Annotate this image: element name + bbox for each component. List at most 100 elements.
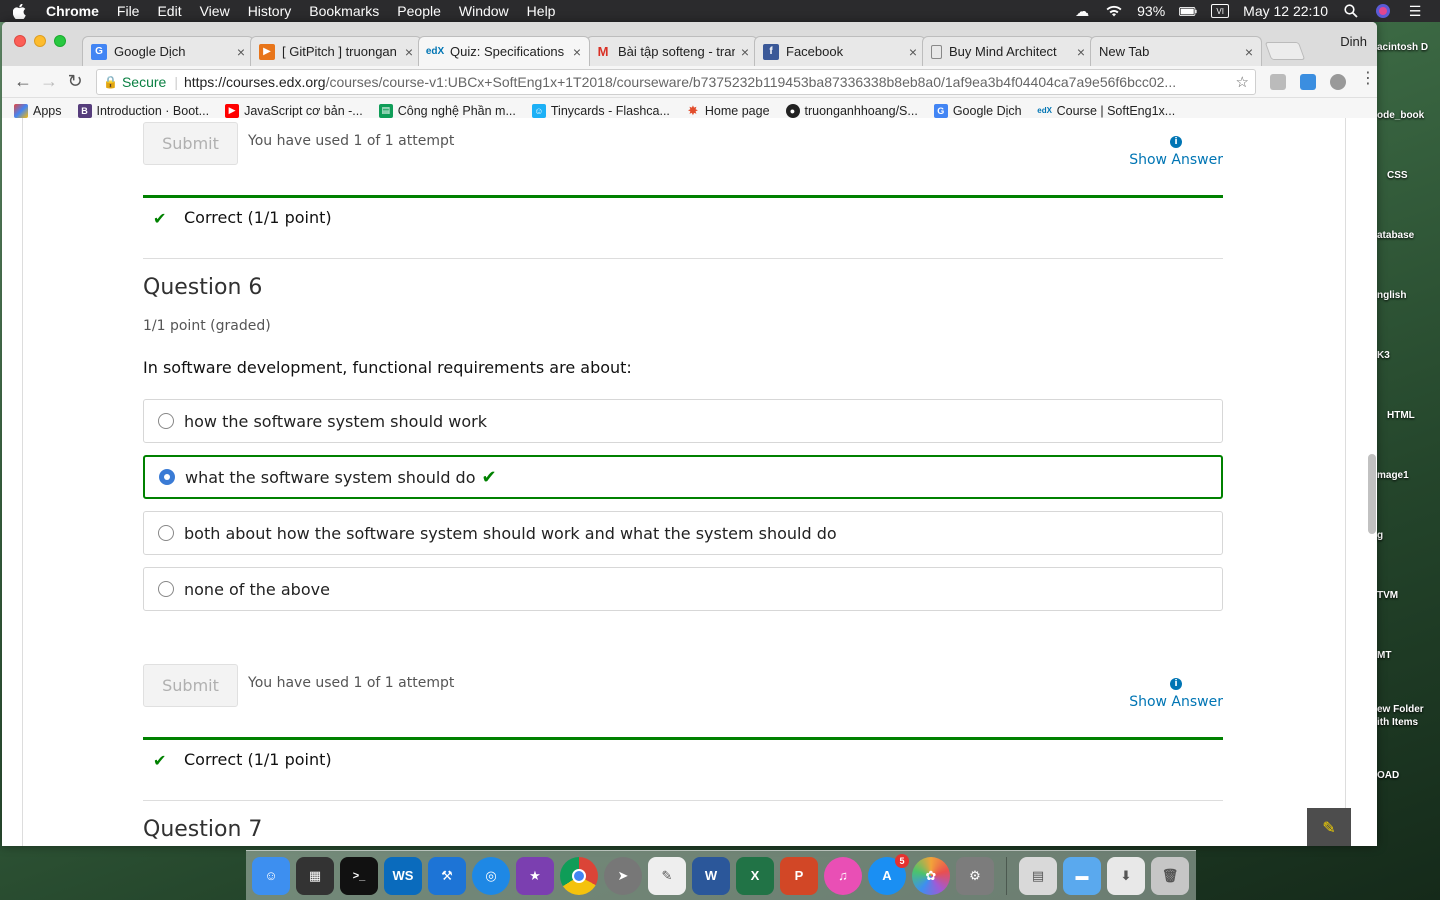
menu-app-name[interactable]: Chrome [46, 3, 99, 19]
tab-quiz-specifications[interactable]: edX Quiz: Specifications × [418, 36, 590, 66]
radio-button[interactable] [158, 413, 174, 429]
files-icon[interactable]: ▤ [1019, 856, 1057, 895]
desktop-label[interactable]: acintosh D [1377, 42, 1428, 53]
bookmark-google-dich[interactable]: G Google Dịch [933, 103, 1022, 118]
bookmark-star-icon[interactable]: ☆ [1236, 73, 1249, 91]
activity-monitor-icon[interactable]: ▦ [296, 856, 334, 895]
bookmark-bootstrap[interactable]: B Introduction · Boot... [77, 103, 209, 118]
new-tab-button[interactable] [1264, 42, 1306, 60]
menu-bookmarks[interactable]: Bookmarks [309, 3, 379, 19]
answer-option-1[interactable]: how the software system should work [143, 399, 1223, 443]
tab-gmail[interactable]: M Bài tập softeng - tran × [586, 36, 758, 66]
bookmark-github[interactable]: ● truonganhhoang/S... [785, 103, 918, 118]
desktop-label[interactable]: HTML [1387, 410, 1415, 421]
forward-icon[interactable]: → [36, 69, 62, 95]
notification-center-icon[interactable]: ☰ [1406, 3, 1424, 19]
radio-button-selected[interactable] [159, 469, 175, 485]
desktop-label[interactable]: ew Folder ith Items [1377, 703, 1424, 729]
excel-icon[interactable]: X [736, 856, 774, 895]
zoom-window-button[interactable] [54, 35, 66, 47]
menu-people[interactable]: People [397, 3, 441, 19]
desktop-label[interactable]: mage1 [1377, 470, 1409, 481]
system-preferences-icon[interactable]: ⚙ [956, 856, 994, 895]
desktop-label[interactable]: TVM [1377, 590, 1398, 601]
minimize-window-button[interactable] [34, 35, 46, 47]
bookmark-youtube[interactable]: ▶ JavaScript cơ bản -... [225, 103, 363, 118]
itunes-icon[interactable]: ♫ [824, 856, 862, 895]
starred-icon[interactable]: ★ [516, 856, 554, 895]
bookmark-apps[interactable]: Apps [14, 103, 62, 118]
url-input[interactable]: 🔒 Secure | https://courses.edx.org/cours… [96, 68, 1256, 95]
terminal-icon[interactable]: >_ [340, 856, 378, 895]
reload-icon[interactable]: ↻ [62, 69, 88, 95]
show-answer-button[interactable]: i Show Answer [1129, 136, 1223, 168]
safari-icon[interactable]: ◎ [472, 856, 510, 895]
tab-buy-mind-architect[interactable]: Buy Mind Architect × [922, 36, 1094, 66]
close-icon[interactable]: × [573, 44, 581, 60]
close-icon[interactable]: × [1077, 44, 1085, 60]
clock[interactable]: May 12 22:10 [1243, 3, 1328, 19]
desktop-label[interactable]: OAD [1377, 770, 1399, 781]
lock-icon[interactable]: 🔒 [103, 75, 118, 89]
tab-google-dich[interactable]: G Google Dịch × [82, 36, 254, 66]
edit-pencil-button[interactable]: ✎ [1307, 808, 1351, 846]
app-store-icon[interactable]: A5 [868, 853, 909, 895]
menu-history[interactable]: History [248, 3, 292, 19]
answer-option-2[interactable]: what the software system should do ✔ [143, 455, 1223, 499]
finder-icon[interactable]: ☺ [252, 856, 290, 895]
webstorm-icon[interactable]: WS [384, 856, 422, 895]
bookmark-tinycards[interactable]: ☺ Tinycards - Flashca... [531, 103, 670, 118]
photos-icon[interactable]: ✿ [912, 856, 950, 895]
desktop-label[interactable]: CSS [1387, 170, 1408, 181]
page-scrollbar[interactable] [1368, 454, 1376, 534]
tab-new-tab[interactable]: New Tab × [1090, 36, 1262, 66]
menu-view[interactable]: View [200, 3, 230, 19]
input-source-icon[interactable]: VI [1211, 4, 1230, 18]
desktop-label[interactable]: MT [1377, 650, 1391, 661]
close-icon[interactable]: × [405, 44, 413, 60]
menu-dots-icon[interactable]: ⋮ [1360, 70, 1376, 90]
desktop-label[interactable]: g [1377, 530, 1383, 541]
tab-gitpitch[interactable]: ▶ [ GitPitch ] truongan × [250, 36, 422, 66]
bookmark-edx-course[interactable]: edX Course | SoftEng1x... [1037, 104, 1175, 118]
close-icon[interactable]: × [237, 44, 245, 60]
menu-window[interactable]: Window [459, 3, 509, 19]
battery-icon[interactable] [1179, 4, 1197, 18]
word-icon[interactable]: W [692, 856, 730, 895]
close-window-button[interactable] [14, 35, 26, 47]
launchpad-icon[interactable]: ➤ [604, 856, 642, 895]
close-icon[interactable]: × [909, 44, 917, 60]
desktop-label[interactable]: atabase [1377, 230, 1414, 241]
show-answer-button[interactable]: i Show Answer [1129, 678, 1223, 710]
answer-option-4[interactable]: none of the above [143, 567, 1223, 611]
radio-button[interactable] [158, 581, 174, 597]
textedit-icon[interactable]: ✎ [648, 856, 686, 895]
wifi-icon[interactable] [1105, 4, 1123, 18]
desktop-label[interactable]: K3 [1377, 350, 1390, 361]
trash-icon[interactable]: 🗑 [1151, 856, 1189, 895]
xcode-icon[interactable]: ⚒ [428, 856, 466, 895]
profile-name[interactable]: Dinh [1340, 34, 1367, 49]
pocket-extension-icon[interactable] [1300, 73, 1316, 90]
settings-extension-icon[interactable] [1330, 73, 1346, 90]
bookmark-sheets[interactable]: ▤ Công nghệ Phần m... [378, 103, 516, 118]
spotlight-search-icon[interactable] [1342, 4, 1360, 18]
bookmark-home-page[interactable]: ✸ Home page [686, 103, 769, 118]
cloud-icon[interactable]: ☁ [1073, 3, 1091, 19]
answer-option-3[interactable]: both about how the software system shoul… [143, 511, 1223, 555]
menu-file[interactable]: File [117, 3, 140, 19]
radio-button[interactable] [158, 525, 174, 541]
back-icon[interactable]: ← [10, 69, 36, 95]
desktop-label[interactable]: ode_book [1377, 110, 1424, 121]
powerpoint-icon[interactable]: P [780, 856, 818, 895]
close-icon[interactable]: × [741, 44, 749, 60]
downloads-icon[interactable]: ⬇ [1107, 856, 1145, 895]
chrome-icon[interactable] [560, 856, 598, 895]
siri-icon[interactable] [1374, 4, 1392, 18]
close-icon[interactable]: × [1245, 44, 1253, 60]
desktop-label[interactable]: nglish [1377, 290, 1406, 301]
drive-extension-icon[interactable] [1270, 73, 1286, 90]
submit-button[interactable]: Submit [143, 664, 238, 707]
menu-edit[interactable]: Edit [157, 3, 181, 19]
folder-icon[interactable]: ▬ [1063, 856, 1101, 895]
